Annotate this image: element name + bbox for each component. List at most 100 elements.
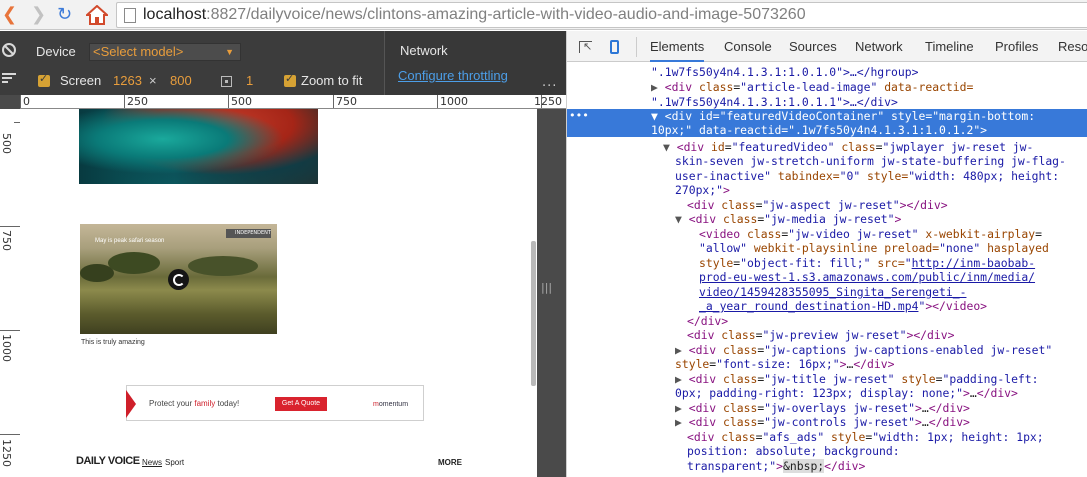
dom-line[interactable]: style="font-size: 16px;">…</div> (675, 357, 894, 372)
dom-line[interactable]: transparent;">&nbsp;</div> (687, 459, 865, 474)
ruler-h-label: 1250 (534, 95, 562, 108)
times-sign: × (149, 73, 157, 88)
grip-icon: ||| (541, 281, 553, 294)
tab-timeline[interactable]: Timeline (925, 31, 974, 62)
dom-line: 10px;" data-reactid=".1w7fs50y4n4.1.3.1:… (651, 123, 988, 137)
ruler-h-label: 750 (336, 95, 357, 108)
video-caption: This is truly amazing (81, 339, 145, 346)
viewport-scrollbar[interactable] (531, 241, 536, 386)
tab-sources[interactable]: Sources (789, 31, 837, 62)
advert-banner[interactable]: Protect your family today! Get A Quote m… (126, 385, 424, 421)
video-title: May is peak safari season (95, 238, 165, 244)
site-nav: DAILY VOICE News Sport MORE (20, 453, 537, 477)
dom-line[interactable]: ▼ <div class="jw-media jw-reset"> (675, 212, 901, 227)
dom-line[interactable]: <div class="jw-aspect jw-reset"></div> (687, 198, 948, 213)
devtools-panel: Elements Console Sources Network Timelin… (566, 31, 1087, 477)
tab-profiles[interactable]: Profiles (995, 31, 1038, 62)
disable-emulation-icon[interactable] (2, 43, 16, 57)
ellipsis-icon: ••• (569, 109, 589, 122)
media-queries-icon[interactable] (2, 73, 16, 85)
dom-line[interactable]: ".1w7fs50y4n4.1.3.1:1.0.1.0">…</hgroup> (651, 65, 918, 80)
article-lead-image (79, 109, 318, 184)
emulated-viewport: May is peak safari season INDEPENDENT Th… (20, 109, 537, 477)
dom-line[interactable]: user-inactive" tabindex="0" style="width… (675, 169, 1059, 184)
ruler-v-label: 500 (0, 133, 13, 154)
dom-line[interactable]: ▼ <div id="featuredVideo" class="jwplaye… (663, 140, 1033, 155)
selected-dom-node[interactable]: ••• ▼ <div id="featuredVideoContainer" s… (567, 109, 1087, 137)
ruler-h-label: 1000 (440, 95, 468, 108)
dom-line[interactable]: ".1w7fs50y4n4.1.3.1:1.0.1.1">…</div> (651, 95, 898, 110)
tab-network[interactable]: Network (855, 31, 903, 62)
more-options-icon[interactable]: ... (542, 75, 557, 90)
dom-line[interactable]: 0px; padding-right: 123px; display: none… (675, 386, 1018, 401)
home-icon[interactable] (84, 4, 110, 25)
url-text: localhost:8827/dailyvoice/news/clintons-… (143, 6, 806, 23)
model-select-value: <Select model> (93, 44, 184, 59)
tree-shape (108, 252, 160, 274)
model-select[interactable]: <Select model> ▼ (89, 43, 241, 61)
ruler-v-label: 1250 (0, 439, 13, 467)
ruler-v-label: 750 (0, 230, 13, 251)
dom-line[interactable]: ▶ <div class="jw-title jw-reset" style="… (675, 372, 1039, 387)
device-label: Device (36, 44, 76, 59)
forward-icon[interactable]: ❯ (31, 5, 46, 25)
nav-more[interactable]: MORE (438, 458, 462, 467)
tab-elements[interactable]: Elements (650, 31, 705, 62)
device-pixel-ratio-field[interactable]: 1 (246, 73, 253, 88)
nav-sport[interactable]: Sport (165, 458, 184, 467)
emulation-toolbar: Device <Select model> ▼ Screen 1263 × 80… (0, 31, 566, 95)
dom-line[interactable]: ▶ <div class="jw-overlays jw-reset">…</d… (675, 401, 970, 416)
buffering-spinner-icon (168, 269, 189, 290)
dom-line[interactable]: position: absolute; background: (687, 444, 900, 459)
configure-throttling-link[interactable]: Configure throttling (398, 68, 508, 83)
dom-line[interactable]: video/1459428355095_Singita_Serengeti_- (699, 285, 966, 300)
device-pixel-ratio-icon (221, 76, 232, 87)
reload-icon[interactable]: ↻ (57, 5, 72, 25)
tab-separator (636, 37, 637, 57)
nav-news[interactable]: News (142, 458, 162, 467)
address-bar: ❮ ❯ ↻ localhost:8827/dailyvoice/news/cli… (0, 0, 1087, 30)
screen-checkbox[interactable] (38, 72, 50, 87)
publisher-badge: INDEPENDENT (226, 229, 271, 238)
page-icon (124, 8, 136, 23)
dom-tree[interactable]: ".1w7fs50y4n4.1.3.1:1.0.1.0">…</hgroup> … (567, 62, 1087, 477)
back-icon[interactable]: ❮ (2, 5, 17, 25)
tab-resources[interactable]: Reso (1058, 31, 1087, 62)
dom-line[interactable]: <video class="jw-video jw-reset" x-webki… (699, 227, 1042, 242)
inspect-element-icon[interactable] (579, 40, 592, 53)
horizontal-ruler: 0 250 500 750 1000 1250 (20, 95, 566, 109)
dom-line[interactable]: ▶ <div class="article-lead-image" data-r… (651, 80, 973, 95)
featured-video[interactable]: May is peak safari season INDEPENDENT (80, 224, 277, 334)
resize-handle-right[interactable]: ||| (537, 109, 553, 477)
dom-line[interactable]: prod-eu-west-1.s3.amazonaws.com/public/i… (699, 270, 1035, 285)
dom-line[interactable]: </div> (687, 314, 728, 329)
tab-console[interactable]: Console (724, 31, 772, 62)
dom-line[interactable]: skin-seven jw-stretch-uniform jw-state-b… (675, 154, 1066, 169)
dom-line[interactable]: 270px;"> (675, 183, 730, 198)
url-field[interactable]: localhost:8827/dailyvoice/news/clintons-… (116, 2, 1087, 28)
dropdown-arrow-icon: ▼ (225, 47, 234, 57)
dom-line[interactable]: ▶ <div class="jw-captions jw-captions-en… (675, 343, 1052, 358)
dom-line[interactable]: ▶ <div class="jw-controls jw-reset">…</d… (675, 415, 970, 430)
screen-width-field[interactable]: 1263 (113, 73, 142, 88)
devtools-tabbar: Elements Console Sources Network Timelin… (567, 31, 1087, 62)
network-panel: Network Configure throttling (384, 31, 566, 95)
device-mode-icon[interactable] (610, 40, 619, 54)
screen-label: Screen (60, 73, 102, 88)
ad-text: Protect your family today! (149, 399, 240, 408)
network-label: Network (400, 43, 448, 58)
get-quote-button[interactable]: Get A Quote (275, 397, 327, 411)
zoom-to-fit-checkbox[interactable] (284, 72, 296, 87)
ad-logo: momentum (373, 401, 409, 408)
dom-line[interactable]: style="object-fit: fill;" src="http://in… (699, 256, 1035, 271)
screen-height-field[interactable]: 800 (170, 73, 192, 88)
dom-line[interactable]: <div class="jw-preview jw-reset"></div> (687, 328, 954, 343)
site-name[interactable]: DAILY VOICE (76, 455, 140, 467)
dom-line[interactable]: <div class="afs_ads" style="width: 1px; … (687, 430, 1044, 445)
ruler-v-label: 1000 (0, 334, 13, 362)
dom-line[interactable]: "allow" webkit-playsinline preload="none… (699, 241, 1049, 256)
vertical-ruler: 500 750 1000 1250 (0, 109, 20, 477)
tree-shape (188, 256, 258, 276)
dom-line[interactable]: _a_year_round_destination-HD.mp4"></vide… (699, 299, 987, 314)
ruler-h-label: 500 (231, 95, 252, 108)
